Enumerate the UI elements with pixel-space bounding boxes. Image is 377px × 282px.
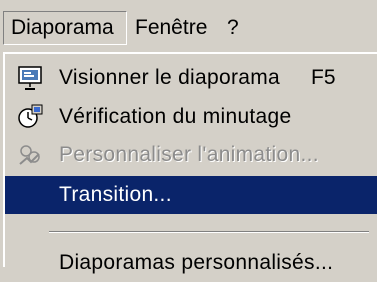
menu-item-verification-minutage[interactable]: Vérification du minutage	[5, 98, 377, 136]
menu-separator	[49, 231, 369, 233]
stopwatch-icon	[17, 104, 43, 130]
menu-item-label: Personnaliser l'animation...	[59, 143, 319, 166]
diaporama-dropdown: Visionner le diaporama F5 Vérification d…	[3, 52, 377, 274]
menu-diaporama[interactable]: Diaporama	[3, 11, 127, 45]
menu-help[interactable]: ?	[220, 11, 246, 45]
menu-bar: Diaporama Fenêtre ?	[0, 0, 377, 52]
menu-item-diaporamas-personnalises[interactable]: Diaporamas personnalisés...	[5, 244, 377, 282]
menu-item-label: Transition...	[59, 183, 172, 206]
menu-item-personnaliser-animation: Personnaliser l'animation...	[5, 136, 377, 174]
menu-item-transition[interactable]: Transition...	[5, 176, 377, 214]
animation-icon	[17, 142, 43, 168]
menu-item-visionner-diaporama[interactable]: Visionner le diaporama F5	[5, 59, 377, 97]
slideshow-icon	[17, 65, 43, 91]
menu-item-label: Visionner le diaporama	[59, 66, 281, 89]
menu-item-label: Diaporamas personnalisés...	[59, 251, 334, 274]
menu-item-label: Vérification du minutage	[59, 105, 292, 128]
shortcut-label: F5	[311, 66, 336, 89]
menu-fenetre[interactable]: Fenêtre	[128, 11, 214, 45]
